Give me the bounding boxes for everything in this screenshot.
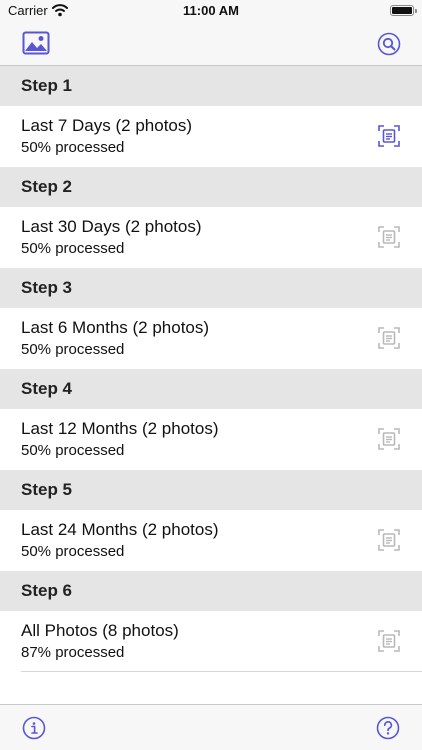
row-title: Last 30 Days (2 photos) bbox=[21, 217, 202, 236]
scan-document-icon[interactable] bbox=[378, 125, 400, 147]
section-header-step-2: Step 2 bbox=[0, 167, 422, 207]
list-item-step-4[interactable]: Last 12 Months (2 photos) 50% processed bbox=[0, 409, 422, 470]
row-progress: 87% processed bbox=[21, 644, 125, 661]
help-icon[interactable] bbox=[376, 716, 400, 740]
status-time: 11:00 AM bbox=[183, 3, 239, 18]
bottom-toolbar bbox=[0, 704, 422, 750]
search-icon[interactable] bbox=[377, 32, 401, 56]
scan-document-icon[interactable] bbox=[378, 529, 400, 551]
step-list: Step 1 Last 7 Days (2 photos) 50% proces… bbox=[0, 66, 422, 672]
scan-document-icon[interactable] bbox=[378, 630, 400, 652]
battery-icon bbox=[390, 5, 417, 16]
scan-document-icon[interactable] bbox=[378, 327, 400, 349]
section-title: Step 2 bbox=[21, 177, 73, 196]
list-item-step-1[interactable]: Last 7 Days (2 photos) 50% processed bbox=[0, 106, 422, 167]
row-progress: 50% processed bbox=[21, 442, 125, 459]
list-item-step-6[interactable]: All Photos (8 photos) 87% processed bbox=[0, 611, 422, 672]
navigation-bar bbox=[0, 22, 422, 66]
row-progress: 50% processed bbox=[21, 543, 125, 560]
section-title: Step 3 bbox=[21, 278, 73, 297]
section-header-step-6: Step 6 bbox=[0, 571, 422, 611]
section-header-step-5: Step 5 bbox=[0, 470, 422, 510]
row-progress: 50% processed bbox=[21, 240, 125, 257]
status-bar: Carrier 11:00 AM bbox=[0, 0, 422, 22]
section-title: Step 4 bbox=[21, 379, 73, 398]
list-item-step-5[interactable]: Last 24 Months (2 photos) 50% processed bbox=[0, 510, 422, 571]
battery-fill bbox=[392, 7, 412, 14]
row-title: Last 6 Months (2 photos) bbox=[21, 318, 210, 337]
section-title: Step 5 bbox=[21, 480, 73, 499]
row-title: Last 24 Months (2 photos) bbox=[21, 520, 219, 539]
list-item-step-3[interactable]: Last 6 Months (2 photos) 50% processed bbox=[0, 308, 422, 369]
scan-document-icon[interactable] bbox=[378, 226, 400, 248]
row-title: Last 12 Months (2 photos) bbox=[21, 419, 219, 438]
scan-document-icon[interactable] bbox=[378, 428, 400, 450]
section-header-step-4: Step 4 bbox=[0, 369, 422, 409]
section-header-step-3: Step 3 bbox=[0, 268, 422, 308]
row-progress: 50% processed bbox=[21, 341, 125, 358]
photo-library-icon[interactable] bbox=[22, 31, 50, 55]
info-icon[interactable] bbox=[22, 716, 46, 740]
section-title: Step 6 bbox=[21, 581, 73, 600]
row-title: Last 7 Days (2 photos) bbox=[21, 116, 193, 135]
section-header-step-1: Step 1 bbox=[0, 66, 422, 106]
row-divider bbox=[21, 671, 422, 672]
section-title: Step 1 bbox=[21, 76, 73, 95]
row-title: All Photos (8 photos) bbox=[21, 621, 179, 640]
row-progress: 50% processed bbox=[21, 139, 125, 156]
list-item-step-2[interactable]: Last 30 Days (2 photos) 50% processed bbox=[0, 207, 422, 268]
